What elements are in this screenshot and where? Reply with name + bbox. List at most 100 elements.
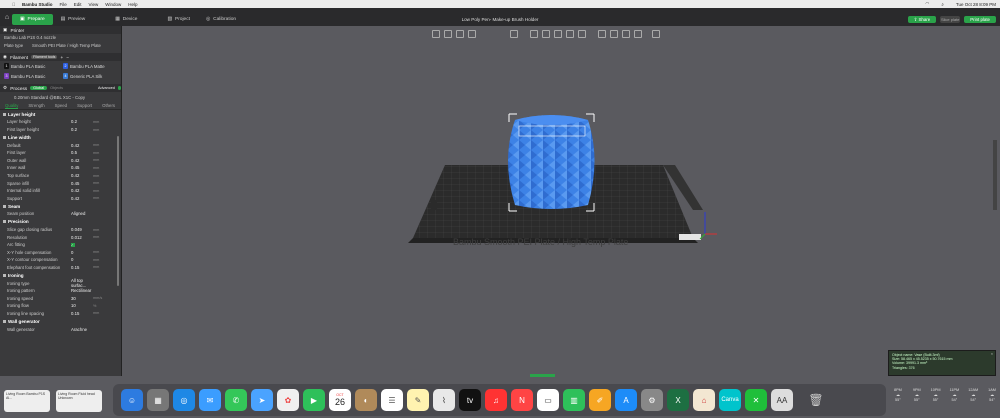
numbers-icon[interactable]: ▥ bbox=[563, 389, 585, 411]
tab-calibration[interactable]: ◎ Calibration bbox=[198, 14, 244, 25]
tv-icon[interactable]: tv bbox=[459, 389, 481, 411]
setting-value-input[interactable]: 0.2 bbox=[71, 127, 93, 132]
tab-support[interactable]: Support bbox=[77, 103, 92, 108]
tab-strength[interactable]: Strength bbox=[28, 103, 44, 108]
advanced-switch[interactable] bbox=[117, 86, 121, 91]
print-plate-button[interactable]: Print plate bbox=[964, 16, 996, 23]
split-icon[interactable] bbox=[510, 29, 518, 38]
messages-icon[interactable]: ✆ bbox=[225, 389, 247, 411]
reminders-icon[interactable]: ☰ bbox=[381, 389, 403, 411]
setting-value-input[interactable]: 0.2 bbox=[71, 119, 93, 124]
app-menu[interactable]: Bambu Studio bbox=[22, 2, 53, 7]
setting-value-input[interactable]: 0.42 bbox=[71, 173, 93, 178]
filament-tools[interactable]: Filament tools bbox=[31, 55, 58, 60]
tab-project[interactable]: ▧ Project bbox=[159, 14, 197, 25]
wifi-icon[interactable]: ◠ bbox=[925, 1, 929, 7]
printer-select[interactable]: Bambu Lab P1S 0.4 nozzle bbox=[0, 34, 121, 42]
home-app-icon[interactable]: ⌂ bbox=[693, 389, 715, 411]
menu-help[interactable]: Help bbox=[128, 2, 137, 7]
font-book-icon[interactable]: AA bbox=[771, 389, 793, 411]
scale-icon[interactable] bbox=[554, 29, 562, 38]
global-toggle[interactable]: Global bbox=[30, 86, 48, 91]
system-settings-icon[interactable]: ⚙ bbox=[641, 389, 663, 411]
calendar-icon[interactable]: OCT 26 bbox=[329, 389, 351, 411]
search-icon[interactable]: ⌕ bbox=[941, 2, 944, 7]
freeform-icon[interactable]: ⌇ bbox=[433, 389, 455, 411]
setting-value-input[interactable]: Aligned bbox=[71, 211, 93, 216]
setting-value-input[interactable]: 0.15 bbox=[71, 265, 93, 270]
setting-value-input[interactable]: 0.42 bbox=[71, 196, 93, 201]
setting-value-input[interactable]: 30 bbox=[71, 296, 93, 301]
menu-file[interactable]: File bbox=[60, 2, 67, 7]
auto-orient-icon[interactable] bbox=[456, 29, 464, 38]
close-icon[interactable]: × bbox=[991, 352, 993, 356]
app-store-icon[interactable]: A bbox=[615, 389, 637, 411]
add-filament-icon[interactable]: + bbox=[60, 55, 63, 60]
setting-value-input[interactable]: 0.049 bbox=[71, 227, 93, 232]
setting-value-input[interactable]: ✓ bbox=[71, 242, 75, 247]
apple-icon[interactable]:  bbox=[12, 2, 15, 7]
contacts-icon[interactable]: ◐ bbox=[355, 389, 377, 411]
plate-type-select[interactable]: Smooth PEI Plate / High Temp Plate bbox=[32, 43, 101, 48]
maps-icon[interactable]: ➤ bbox=[251, 389, 273, 411]
layer-slider[interactable] bbox=[993, 140, 997, 210]
trash-icon[interactable]: 🗑 bbox=[805, 389, 827, 411]
photos-icon[interactable]: ✿ bbox=[277, 389, 299, 411]
launchpad-icon[interactable]: ▦ bbox=[147, 389, 169, 411]
setting-value-input[interactable]: 0.42 bbox=[71, 188, 93, 193]
printer-section-header[interactable]: ▣ Printer bbox=[0, 26, 121, 34]
filament-swatch-4[interactable]: 4 bbox=[63, 73, 68, 80]
sidebar-scrollbar[interactable] bbox=[117, 136, 119, 286]
widget-printer[interactable]: Living Room Bambu P1S Al... bbox=[4, 390, 50, 412]
assembly-icon[interactable] bbox=[652, 29, 660, 38]
slice-plate-button[interactable]: Slice plate bbox=[940, 16, 961, 23]
filament-swatch-2[interactable]: 2 bbox=[63, 63, 68, 70]
add-object-icon[interactable] bbox=[432, 29, 440, 38]
seam-paint-icon[interactable] bbox=[610, 29, 618, 38]
facetime-icon[interactable]: ▶ bbox=[303, 389, 325, 411]
weather-widget[interactable]: 8PM ☁ 55° 9PM ☁ 55° 10PM ☁ 55° 11PM ☁ 54° 12AM ☁ 5… bbox=[890, 388, 1000, 416]
arrange-icon[interactable] bbox=[468, 29, 476, 38]
widget-fluid[interactable]: Living Room Fluid head Unknown bbox=[56, 390, 102, 412]
cut-icon[interactable] bbox=[578, 29, 586, 38]
tab-others[interactable]: Others bbox=[102, 103, 115, 108]
safari-icon[interactable]: ◎ bbox=[173, 389, 195, 411]
finder-icon[interactable]: ☺ bbox=[121, 389, 143, 411]
setting-value-input[interactable]: Rectilinear bbox=[71, 288, 93, 293]
3d-viewport[interactable]: Bambu Smooth PEI Plate / High Temp Plate bbox=[123, 40, 1000, 380]
setting-value-input[interactable]: 0.15 bbox=[71, 311, 93, 316]
add-plate-icon[interactable] bbox=[444, 29, 452, 38]
measure-icon[interactable] bbox=[634, 29, 642, 38]
keynote-icon[interactable]: ▭ bbox=[537, 389, 559, 411]
setting-value-input[interactable]: 0.42 bbox=[71, 143, 93, 148]
filament-section-header[interactable]: ◉ Filament Filament tools + − bbox=[0, 53, 121, 62]
process-preset-select[interactable]: 0.20mm Standard @BBL X1C - Copy bbox=[0, 92, 121, 102]
excel-icon[interactable]: X bbox=[667, 389, 689, 411]
tab-prepare[interactable]: ▣ Prepare bbox=[12, 14, 53, 25]
music-icon[interactable]: ♫ bbox=[485, 389, 507, 411]
move-icon[interactable] bbox=[530, 29, 538, 38]
mail-icon[interactable]: ✉ bbox=[199, 389, 221, 411]
menu-window[interactable]: Window bbox=[105, 2, 121, 7]
vase-model[interactable] bbox=[508, 115, 595, 209]
setting-value-input[interactable]: Arachne bbox=[71, 327, 93, 332]
setting-value-input[interactable]: 0.012 bbox=[71, 235, 93, 240]
text-icon[interactable] bbox=[622, 29, 630, 38]
canva-icon[interactable]: Canva bbox=[719, 389, 741, 411]
tab-quality[interactable]: Quality bbox=[5, 103, 19, 109]
clock[interactable]: Tue Oct 28 8:09 PM bbox=[956, 2, 996, 7]
setting-value-input[interactable]: 0 bbox=[71, 257, 93, 262]
news-icon[interactable]: N bbox=[511, 389, 533, 411]
tab-device[interactable]: ▦ Device bbox=[107, 14, 145, 25]
plate-thumbnail-indicator[interactable] bbox=[530, 374, 555, 377]
setting-value-input[interactable]: 0.42 bbox=[71, 158, 93, 163]
filament-swatch-1[interactable]: 1 bbox=[4, 63, 9, 70]
bambu-studio-dock-icon[interactable]: ✕ bbox=[745, 389, 767, 411]
setting-value-input[interactable]: 0.45 bbox=[71, 165, 93, 170]
rotate-icon[interactable] bbox=[542, 29, 550, 38]
setting-value-input[interactable]: 0.5 bbox=[71, 150, 93, 155]
lay-on-face-icon[interactable] bbox=[566, 29, 574, 38]
setting-value-input[interactable]: 10 bbox=[71, 303, 93, 308]
tab-preview[interactable]: ▤ Preview bbox=[53, 14, 94, 25]
setting-value-input[interactable]: 0.45 bbox=[71, 181, 93, 186]
